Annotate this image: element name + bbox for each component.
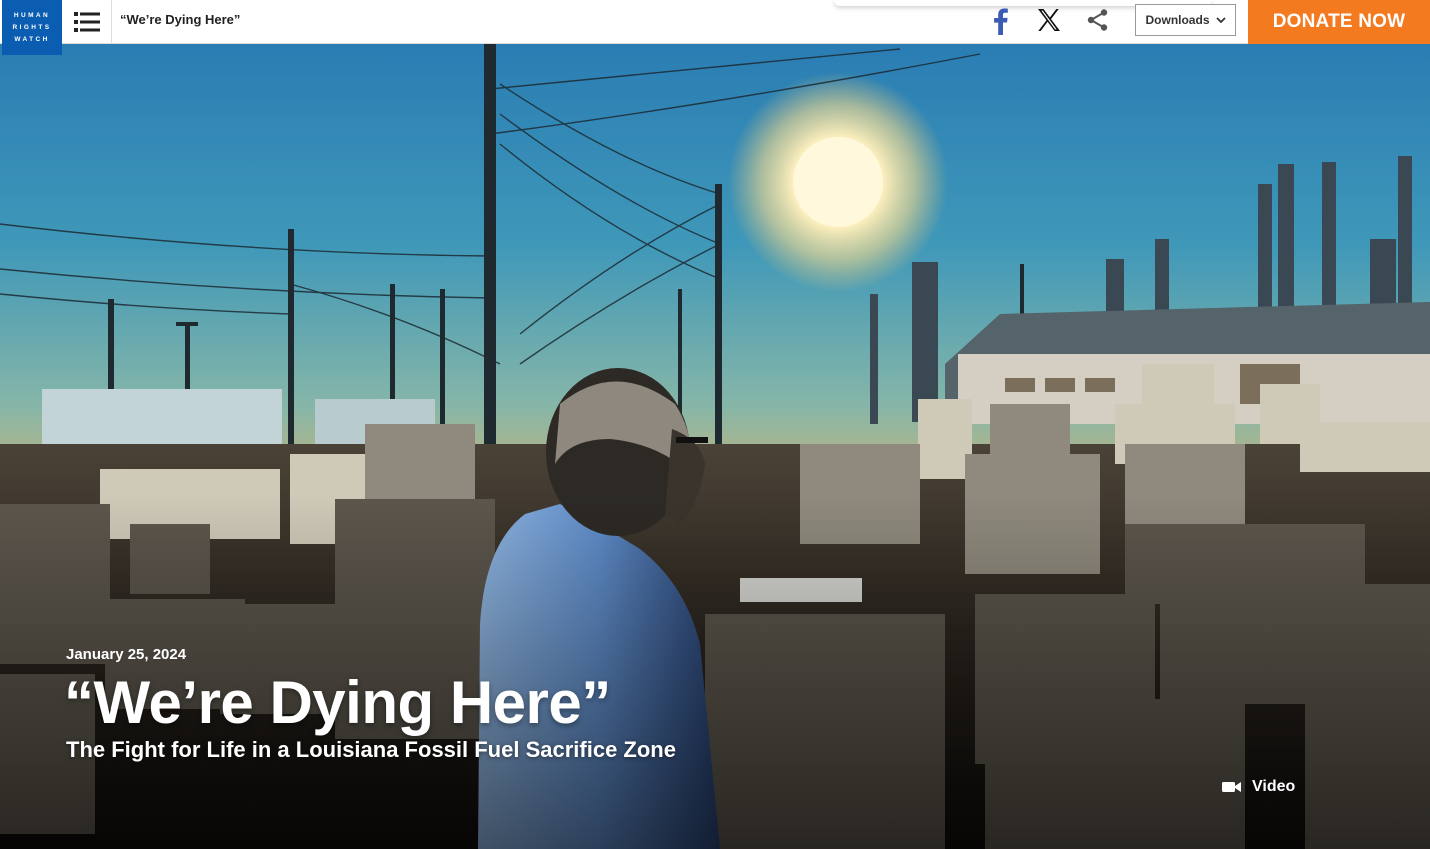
list-icon [73, 12, 100, 32]
x-icon [1038, 9, 1060, 31]
logo-line-2: RIGHTS [12, 23, 52, 31]
hero-image: January 25, 2024 “We’re Dying Here” The … [0, 44, 1430, 849]
play-video-button[interactable]: Video [1222, 778, 1295, 796]
share-icon [1087, 9, 1108, 31]
chevron-down-icon [1215, 17, 1226, 24]
logo-line-1: HUMAN [13, 11, 51, 19]
menu-button[interactable] [62, 0, 112, 44]
hrw-logo[interactable]: HUMAN RIGHTS WATCH [2, 0, 62, 55]
hero-title: “We’re Dying Here” [64, 669, 611, 736]
facebook-share-button[interactable] [988, 6, 1012, 36]
share-button[interactable] [1086, 8, 1110, 32]
top-navigation-bar: HUMAN RIGHTS WATCH “We’re Dying Here” Do… [0, 0, 1430, 55]
video-camera-icon [1222, 782, 1241, 792]
facebook-icon [994, 8, 1008, 35]
hero-subtitle: The Fight for Life in a Louisiana Fossil… [66, 737, 676, 762]
downloads-label: Downloads [1145, 13, 1210, 27]
downloads-dropdown[interactable]: Downloads [1135, 4, 1236, 36]
x-share-button[interactable] [1036, 7, 1062, 33]
donate-now-button[interactable]: DONATE NOW [1248, 0, 1430, 44]
publication-date: January 25, 2024 [66, 646, 187, 663]
logo-line-3: WATCH [14, 35, 50, 43]
page-crumb-title: “We’re Dying Here” [120, 12, 241, 27]
video-label: Video [1252, 778, 1296, 795]
